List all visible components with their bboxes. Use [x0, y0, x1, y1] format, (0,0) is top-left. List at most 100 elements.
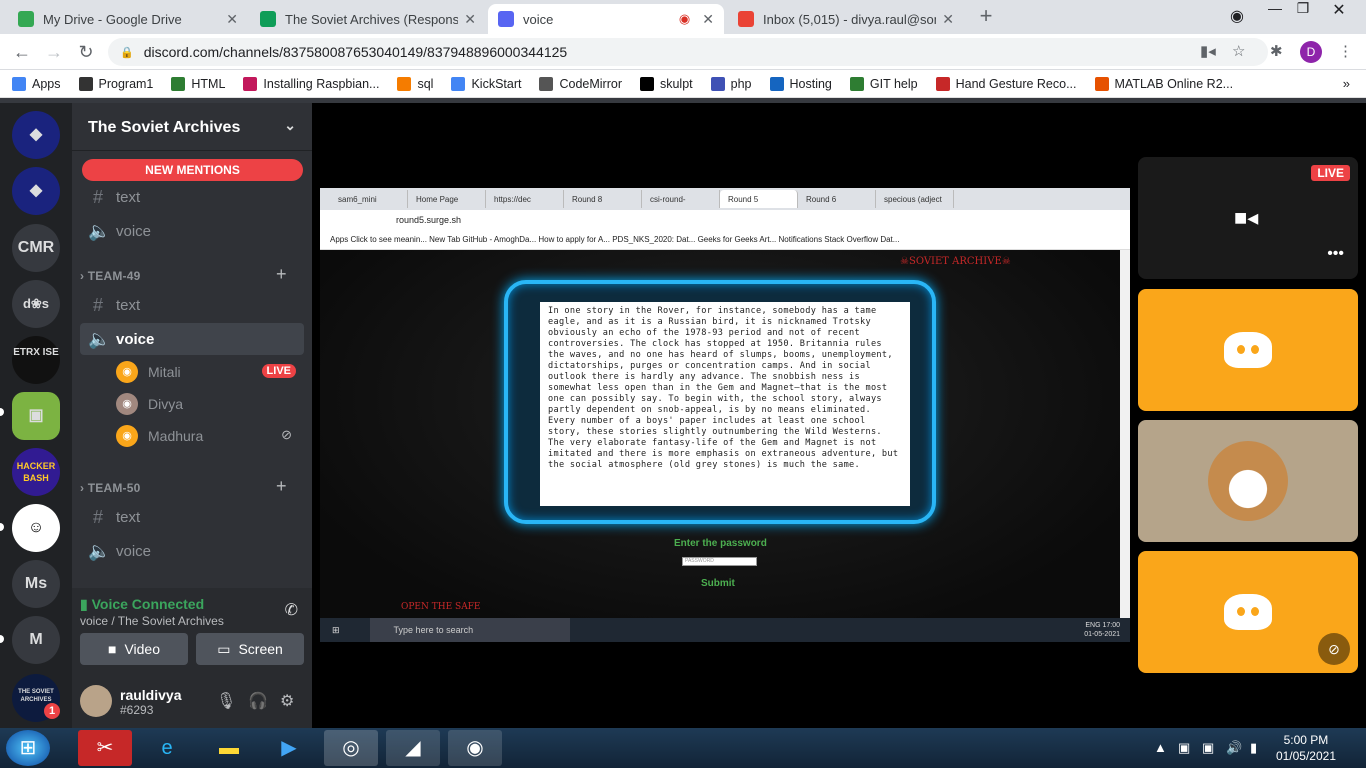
server-icon[interactable]: ◆ [12, 111, 60, 159]
file-explorer-icon[interactable]: ▬ [202, 730, 256, 766]
more-options-icon[interactable]: ••• [1327, 245, 1344, 263]
browser-tab-voice[interactable]: voice ◉ ✕ [488, 4, 724, 34]
profile-avatar[interactable]: D [1300, 41, 1322, 63]
start-button[interactable]: ⊞ [6, 730, 50, 766]
media-player-icon[interactable]: ▶ [262, 730, 316, 766]
bookmark-item[interactable]: CodeMirror [539, 76, 622, 91]
unread-indicator [0, 635, 4, 643]
bookmark-star-icon[interactable]: ☆ [1232, 42, 1245, 60]
camera-icon[interactable]: ▮◂ [1200, 42, 1216, 60]
tray-expand-icon[interactable]: ▲ [1154, 740, 1167, 755]
volume-icon[interactable]: 🔊 [1226, 740, 1242, 756]
server-icon[interactable]: M [12, 616, 60, 664]
forward-button[interactable]: → [44, 42, 64, 63]
app-icon[interactable]: ◉ [448, 730, 502, 766]
new-tab-button[interactable]: + [972, 5, 1000, 29]
bookmark-item[interactable]: Apps [12, 76, 61, 91]
browser-tab-sheets[interactable]: The Soviet Archives (Responses) ✕ [250, 4, 486, 34]
gear-icon[interactable]: ⚙ [280, 691, 294, 711]
participant-tile[interactable] [1138, 289, 1358, 411]
taskbar-clock[interactable]: 5:00 PM 01/05/2021 [1276, 732, 1336, 764]
close-icon[interactable]: ✕ [942, 11, 954, 28]
bookmark-item[interactable]: HTML [171, 76, 225, 91]
more-menu-icon[interactable]: ⋮ [1338, 42, 1353, 60]
server-icon[interactable]: ☺ [12, 504, 60, 552]
add-channel-icon[interactable]: + [276, 264, 287, 285]
submit-button: Submit [701, 578, 735, 589]
participant-tile[interactable]: ⊘ [1138, 551, 1358, 673]
bookmark-item[interactable]: Program1 [78, 76, 153, 91]
channel-voice[interactable]: 🔈 voice [80, 215, 304, 247]
back-button[interactable]: ← [12, 42, 32, 63]
server-icon[interactable]: Ms [12, 560, 60, 608]
chrome-icon[interactable]: ◎ [324, 730, 378, 766]
google-drive-icon [18, 11, 34, 27]
close-icon[interactable]: ✕ [226, 11, 238, 28]
bookmark-item[interactable]: Installing Raspbian... [243, 76, 379, 91]
server-icon[interactable]: ETRX ISE [12, 336, 60, 384]
server-icon[interactable]: HACKER BASH [12, 448, 60, 496]
restore-button[interactable]: ❐ [1288, 0, 1318, 20]
snipping-tool-icon[interactable]: ✂ [78, 730, 132, 766]
category-header[interactable]: › TEAM-49 + [80, 264, 287, 284]
voice-user[interactable]: ◉ Divya [116, 389, 302, 419]
avatar[interactable] [80, 685, 112, 717]
voice-location[interactable]: voice / The Soviet Archives [80, 614, 224, 628]
password-label: Enter the password [674, 538, 767, 549]
screen-share-button[interactable]: ▭ Screen [196, 633, 304, 665]
internet-explorer-icon[interactable]: e [140, 730, 194, 766]
network-icon[interactable]: ▮ [1250, 740, 1257, 756]
extensions-icon[interactable]: ✱ [1270, 42, 1283, 60]
browser-tab-drive[interactable]: My Drive - Google Drive ✕ [8, 4, 248, 34]
windows-taskbar: ⊞ ✂ e ▬ ▶ ◎ ◢ ◉ ▲ ▣ ▣ 🔊 ▮ 5:00 PM 01/05/… [0, 728, 1366, 768]
address-bar[interactable]: 🔒 discord.com/channels/83758008765304014… [108, 38, 1268, 66]
lock-icon: 🔒 [120, 46, 134, 59]
tray-icon[interactable]: ▣ [1178, 740, 1190, 756]
close-icon[interactable]: ✕ [702, 11, 714, 28]
bookmark-item[interactable]: skulpt [639, 76, 693, 91]
bookmark-item[interactable]: GIT help [849, 76, 918, 91]
bookmark-item[interactable]: MATLAB Online R2... [1094, 76, 1233, 91]
speaker-icon: 🔈 [88, 220, 111, 241]
reload-button[interactable]: ↻ [76, 42, 96, 63]
open-safe-label: OPEN THE SAFE [401, 602, 481, 612]
bookmark-item[interactable]: KickStart [451, 76, 521, 91]
screen-share-view[interactable]: sam6_mini Home Page https://dec Round 8 … [320, 188, 1130, 642]
inner-tab: Round 8 [564, 190, 642, 208]
close-icon[interactable]: ✕ [464, 11, 476, 28]
channel-text[interactable]: # text [80, 181, 304, 213]
voice-user[interactable]: ◉ Mitali LIVE [116, 357, 302, 387]
bookmark-item[interactable]: sql [397, 76, 433, 91]
microphone-icon[interactable]: 🎙 [216, 691, 236, 711]
close-window-button[interactable]: ✕ [1324, 0, 1354, 20]
channel-text[interactable]: # text [80, 289, 304, 321]
server-header[interactable]: The Soviet Archives ⌄ [72, 103, 312, 151]
add-channel-icon[interactable]: + [276, 476, 287, 497]
category-header[interactable]: › TEAM-50 + [80, 476, 287, 496]
voice-user[interactable]: ◉ Madhura ⊘ [116, 421, 302, 451]
server-icon[interactable]: ▣ [12, 392, 60, 440]
participant-tile[interactable] [1138, 420, 1358, 542]
browser-tab-gmail[interactable]: Inbox (5,015) - divya.raul@soma ✕ [728, 4, 964, 34]
raspberry-icon [243, 76, 258, 91]
disconnect-icon[interactable]: ✆ [285, 600, 298, 620]
browser-toolbar: ← → ↻ 🔒 discord.com/channels/83758008765… [0, 34, 1366, 70]
tray-icon[interactable]: ▣ [1202, 740, 1214, 756]
server-icon[interactable]: d❀s [12, 280, 60, 328]
stream-preview-tile[interactable]: LIVE ■◂ ••• [1138, 157, 1358, 279]
more-bookmarks-icon[interactable]: » [1343, 76, 1350, 91]
channel-text[interactable]: # text [80, 501, 304, 533]
channel-voice-selected[interactable]: 🔈 voice [80, 323, 304, 355]
new-mentions-bar[interactable]: NEW MENTIONS [82, 159, 303, 181]
bookmark-item[interactable]: Hosting [769, 76, 832, 91]
bookmark-item[interactable]: Hand Gesture Reco... [935, 76, 1077, 91]
headphones-icon[interactable]: 🎧 [248, 691, 268, 711]
channel-voice[interactable]: 🔈 voice [80, 535, 304, 567]
server-icon[interactable]: ◆ [12, 167, 60, 215]
minimize-button[interactable]: — [1260, 0, 1290, 20]
profile-icon[interactable]: ◉ [1222, 6, 1252, 26]
server-icon[interactable]: CMR [12, 224, 60, 272]
bookmark-item[interactable]: php [710, 76, 752, 91]
app-icon[interactable]: ◢ [386, 730, 440, 766]
video-button[interactable]: ■ Video [80, 633, 188, 665]
